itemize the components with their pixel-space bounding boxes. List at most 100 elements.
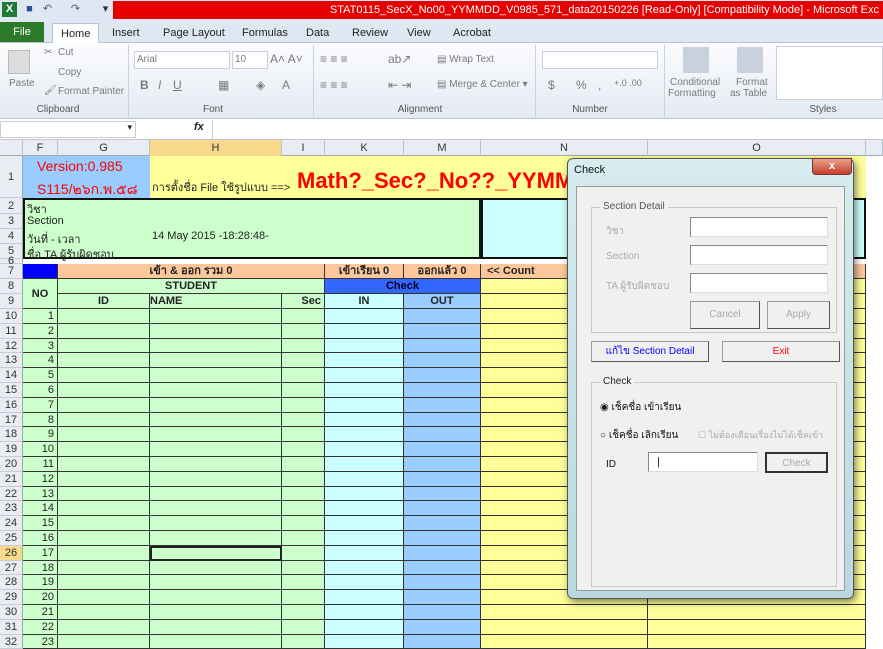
row-header[interactable]: 19 [0, 442, 23, 457]
select-all-corner[interactable] [0, 140, 23, 156]
cancel-button[interactable]: Cancel [690, 301, 760, 329]
row-header[interactable]: 25 [0, 531, 23, 546]
row-header[interactable]: 10 [0, 309, 23, 324]
number-format-select[interactable] [542, 51, 658, 69]
out-cell [404, 561, 481, 575]
exit-button[interactable]: Exit [722, 341, 840, 362]
column-header-next[interactable] [866, 140, 883, 156]
percent-button[interactable]: % [576, 78, 587, 92]
row-header[interactable]: 30 [0, 605, 23, 620]
copy-button[interactable]: Copy [58, 67, 81, 78]
format-painter-button[interactable]: Format Painter [58, 86, 124, 97]
row-header[interactable]: 7 [0, 264, 23, 279]
name-box[interactable]: ▾ [0, 121, 136, 138]
column-header-I[interactable]: I [282, 140, 325, 156]
cell-styles-gallery[interactable] [776, 46, 883, 100]
check-button[interactable]: Check [765, 452, 828, 473]
row-header[interactable]: 2 [0, 198, 23, 214]
column-header-K[interactable]: K [325, 140, 404, 156]
cut-button[interactable]: Cut [58, 47, 74, 58]
row-header[interactable]: 16 [0, 398, 23, 413]
tab-home[interactable]: Home [52, 23, 100, 44]
paste-icon[interactable] [8, 50, 30, 74]
column-header-F[interactable]: F [23, 140, 58, 156]
ta-input[interactable] [690, 273, 828, 293]
tab-page-layout[interactable]: Page Layout [155, 23, 233, 43]
font-size-grow-icon[interactable]: A˄ A˅ [270, 52, 303, 66]
row-header[interactable]: 28 [0, 575, 23, 590]
merge-center-button[interactable]: ▤ Merge & Center ▾ [437, 79, 528, 90]
radio-check-in[interactable]: ◉ เช็คชื่อ เข้าเรียน [600, 400, 681, 415]
formula-input[interactable] [212, 120, 883, 139]
font-color-icon[interactable]: A [282, 78, 290, 92]
row-header[interactable]: 1 [0, 156, 23, 198]
tab-data[interactable]: Data [298, 23, 337, 43]
row-header[interactable]: 12 [0, 339, 23, 353]
row-header[interactable]: 9 [0, 294, 23, 309]
sec-cell [282, 575, 325, 590]
tab-acrobat[interactable]: Acrobat [445, 23, 499, 43]
tab-insert[interactable]: Insert [104, 23, 148, 43]
save-icon[interactable]: ■ [22, 2, 37, 17]
section-input[interactable] [690, 245, 828, 265]
apply-button[interactable]: Apply [767, 301, 830, 329]
borders-icon[interactable]: ▦ [218, 78, 229, 92]
conditional-formatting-button[interactable]: Conditional [670, 77, 720, 88]
row-header[interactable]: 23 [0, 501, 23, 516]
customize-toolbar-icon[interactable]: ▾ [98, 2, 113, 17]
indent-icons[interactable]: ⇤ ⇥ [388, 78, 411, 92]
vertical-align-icons[interactable]: ≡ ≡ ≡ [320, 52, 348, 66]
format-as-table-button[interactable]: Format [736, 77, 768, 88]
row-header[interactable]: 21 [0, 472, 23, 487]
font-size-select[interactable]: 10 [232, 51, 268, 69]
font-name-select[interactable]: Arial [134, 51, 230, 69]
redo-icon[interactable]: ↷ [68, 2, 83, 17]
wrap-text-button[interactable]: ▤ Wrap Text [437, 54, 494, 65]
row-header[interactable]: 13 [0, 353, 23, 368]
subject-input[interactable] [690, 217, 828, 237]
id-input[interactable]: | [648, 452, 758, 472]
column-header-G[interactable]: G [58, 140, 150, 156]
underline-icon[interactable]: U [173, 78, 182, 92]
tab-formulas[interactable]: Formulas [234, 23, 296, 43]
row-header[interactable]: 4 [0, 229, 23, 244]
orientation-icon[interactable]: ab↗ [388, 52, 411, 66]
row-header[interactable]: 24 [0, 516, 23, 531]
no-warn-checkbox[interactable]: ☐ ไม่ต้องเตือนเรื่องไม่ได้เช็คเข้า [698, 428, 823, 442]
row-header[interactable]: 20 [0, 457, 23, 472]
bold-icon[interactable]: B [140, 78, 149, 92]
fx-icon[interactable]: fx [194, 121, 204, 133]
row-header[interactable]: 17 [0, 413, 23, 427]
column-header-M[interactable]: M [404, 140, 481, 156]
comma-button[interactable]: , [598, 78, 601, 92]
paste-button[interactable]: Paste [9, 78, 35, 89]
row-header[interactable]: 32 [0, 635, 23, 649]
no-cell: 7 [23, 398, 58, 413]
close-button[interactable]: x [812, 158, 852, 175]
undo-icon[interactable]: ↶ [40, 2, 55, 17]
row-header[interactable]: 15 [0, 383, 23, 398]
row-header[interactable]: 18 [0, 427, 23, 442]
row-header[interactable]: 26 [0, 546, 23, 561]
edit-section-detail-button[interactable]: แก้ไข Section Detail [591, 341, 709, 362]
row-header[interactable]: 8 [0, 279, 23, 294]
fill-color-icon[interactable]: ◈ [256, 78, 265, 92]
row-header[interactable]: 3 [0, 214, 23, 229]
row-header[interactable]: 27 [0, 561, 23, 575]
currency-button[interactable]: $ [548, 78, 555, 92]
column-header-H[interactable]: H [150, 140, 282, 156]
radio-check-out[interactable]: ○ เช็คชื่อ เลิกเรียน [600, 428, 678, 443]
tab-file[interactable]: File [0, 22, 44, 42]
row-header[interactable]: 14 [0, 368, 23, 383]
decimal-icons[interactable]: +.0 .00 [614, 78, 642, 88]
italic-icon[interactable]: I [158, 78, 161, 92]
row-header[interactable]: 31 [0, 620, 23, 635]
tab-review[interactable]: Review [344, 23, 396, 43]
row-header[interactable]: 29 [0, 590, 23, 605]
column-header-O[interactable]: O [648, 140, 866, 156]
tab-view[interactable]: View [399, 23, 439, 43]
row-header[interactable]: 22 [0, 487, 23, 501]
row-header[interactable]: 11 [0, 324, 23, 339]
column-header-N[interactable]: N [481, 140, 648, 156]
horizontal-align-icons[interactable]: ≡ ≡ ≡ [320, 78, 348, 92]
